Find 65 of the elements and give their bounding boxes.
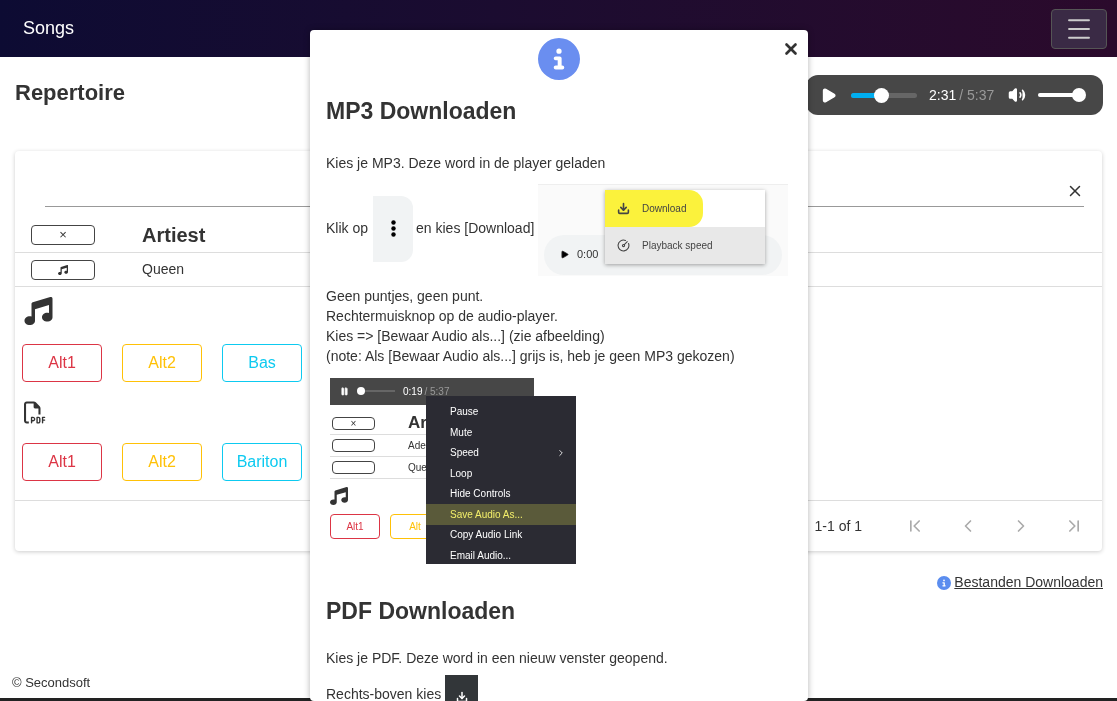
duration: / 5:37 — [959, 85, 995, 105]
artist-cell-text: Queen — [142, 260, 185, 279]
player-time: 0:19 — [403, 384, 423, 399]
navbar-title[interactable]: Songs — [23, 15, 75, 42]
menu-item[interactable]: Hide Controls — [426, 483, 576, 504]
artist-cell-text: Que — [408, 460, 427, 475]
clear-selection-button[interactable]: × — [31, 224, 95, 245]
page-title: Repertoire — [15, 79, 126, 107]
player-duration: / 5:37 — [424, 384, 450, 399]
slider-thumb[interactable] — [873, 87, 889, 103]
play-song-button-image — [332, 438, 375, 452]
clear-selection-button-image: × — [332, 416, 375, 430]
page-range: 1-1 of 1 — [814, 516, 862, 536]
player-time: 0:00 — [577, 247, 599, 263]
section-heading: PDF Downloaden — [326, 596, 517, 626]
music-note-icon — [330, 486, 348, 505]
play-button[interactable] — [820, 86, 837, 104]
menu-button[interactable] — [1051, 8, 1107, 49]
submenu-icon — [556, 447, 566, 458]
download-icon — [617, 201, 630, 215]
play-icon — [560, 250, 569, 259]
menu-item[interactable]: Speed — [426, 442, 576, 463]
instruction-text: Kies je PDF. Deze word in een nieuw venster geopend. — [326, 649, 669, 668]
part-button[interactable]: Alt1 — [22, 344, 102, 382]
info-icon — [538, 38, 580, 80]
menu-item[interactable]: Mute — [426, 422, 576, 443]
volume-slider[interactable] — [1038, 88, 1085, 102]
copyright: © Secondsoft — [12, 675, 91, 690]
info-icon — [937, 575, 952, 590]
current-time: 2:31 — [929, 85, 957, 105]
menu-item[interactable]: Playback speed — [605, 226, 765, 264]
close-icon — [782, 40, 800, 58]
instruction-text: Klik op — [326, 219, 369, 238]
music-note-icon — [24, 297, 53, 325]
menu-item[interactable]: Download — [605, 189, 703, 227]
play-song-button-image — [332, 460, 375, 474]
section-heading: MP3 Downloaden — [326, 97, 518, 126]
play-song-button[interactable] — [31, 259, 95, 280]
download-icon — [455, 691, 468, 701]
kebab-icon — [390, 220, 396, 237]
gauge-icon — [617, 238, 630, 252]
menu-item[interactable]: Pause — [426, 401, 576, 422]
column-header: Artiest — [142, 222, 206, 248]
instruction-text: Rechtermuisknop op de audio-player. — [326, 306, 559, 326]
instruction-text: Kies => [Bewaar Audio als...] (zie afbeelding) — [326, 326, 606, 346]
volume-icon[interactable] — [1008, 86, 1027, 104]
progress-slider-image — [357, 387, 395, 395]
menu-item[interactable]: Loop — [426, 463, 576, 484]
artist-cell-text: Ade — [408, 438, 426, 453]
instruction-text: en kies [Download] — [416, 219, 535, 238]
music-note-icon — [58, 264, 68, 275]
files-download-link[interactable]: Bestanden Downloaden — [954, 572, 1103, 593]
close-button[interactable] — [782, 40, 800, 58]
progress-slider[interactable] — [851, 87, 917, 103]
instruction-text: Kies je MP3. Deze word in de player geladen — [326, 153, 607, 173]
instruction-text: Rechts-boven kies — [326, 685, 442, 701]
instruction-text: (note: Als [Bewaar Audio als...] grijs is, heb je geen MP3 gekozen) — [326, 346, 736, 366]
slider-thumb[interactable] — [1071, 88, 1086, 102]
column-header: Ar — [408, 412, 427, 435]
part-button[interactable]: Alt1 — [22, 443, 102, 481]
instruction-text: Geen puntjes, geen punt. — [326, 286, 485, 306]
menu-item[interactable]: Save Audio As... — [426, 504, 576, 525]
pause-icon — [340, 386, 349, 396]
menu-item[interactable]: Email Audio... — [426, 545, 576, 564]
part-button-image: Alt1 — [330, 513, 380, 539]
